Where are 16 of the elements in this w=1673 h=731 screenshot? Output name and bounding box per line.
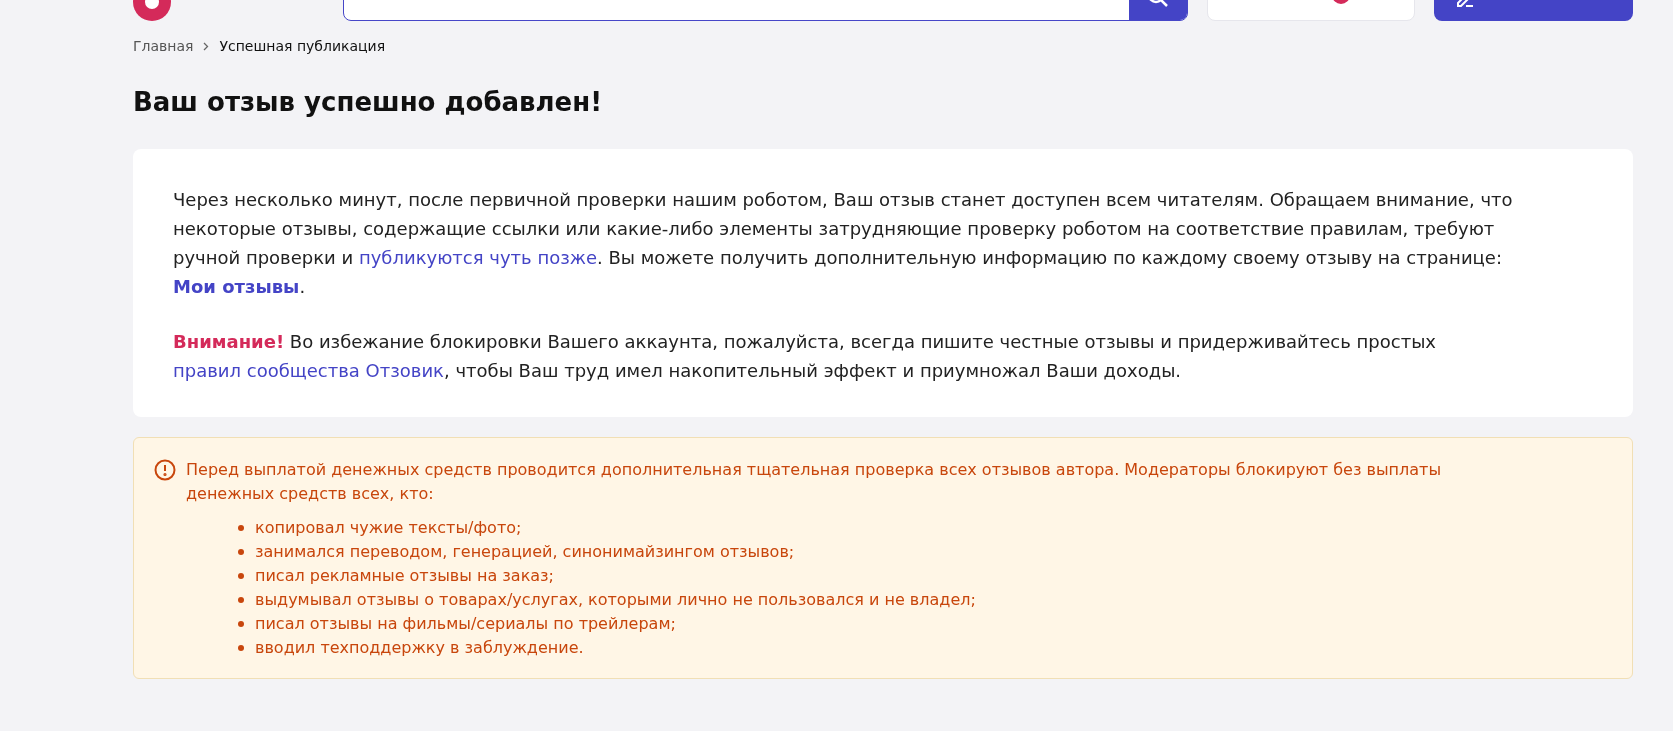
- breadcrumb-current: Успешная публикация: [219, 38, 386, 54]
- warning-list-item: копировал чужие тексты/фото;: [255, 517, 522, 539]
- warning-list-item: занимался переводом, генерацией, синонимайзингом отзывов;: [255, 541, 795, 563]
- breadcrumb-link[interactable]: Главная: [133, 38, 194, 54]
- warning-list-item: вводил техподдержку в заблуждение.: [255, 637, 584, 659]
- warning-text: Перед выплатой денежных средств проводится дополнительная тщательная проверка всех отзывов автора. Модераторы блокируют без выплаты денежных средств всех, кто:: [186, 459, 1442, 505]
- warning-list-item: писал рекламные отзывы на заказ;: [255, 565, 554, 587]
- warning-list-item: писал отзывы на фильмы/сериалы по трейлерам;: [255, 613, 676, 635]
- text-link[interactable]: публикуются чуть позже: [358, 247, 598, 268]
- notice-paragraph: Внимание! Во избежание блокировки Вашего аккаунта, пожалуйста, всегда пишите честные отзывы и придерживайтесь простых правил сообщества Отзовик, чтобы Ваш труд имел накопительный эффект и приумножал Ваши доходы.: [173, 330, 1437, 383]
- warning-list-item: выдумывал отзывы о товарах/услугах, которыми лично не пользовался и не владел;: [255, 589, 976, 611]
- chevron-icon: [203, 41, 210, 51]
- notice-paragraph: Через несколько минут, после первичной проверки нашим роботом, Ваш отзыв станет доступен всем читателям. Обращаем внимание, что некоторые отзывы, содержащие ссылки или какие-либо элементы затрудняющие проверку роботом на соответствие правилам, требуют ручной проверки и публикуются чуть позже. Вы можете получить дополнительную информацию по каждому своему отзыву на странице: Мои отзывы.: [173, 188, 1514, 299]
- my-reviews-link[interactable]: Мои отзывы: [173, 276, 300, 297]
- text-link[interactable]: правил сообщества Отзовик: [173, 360, 444, 381]
- page-title: Ваш отзыв успешно добавлен!: [133, 87, 604, 117]
